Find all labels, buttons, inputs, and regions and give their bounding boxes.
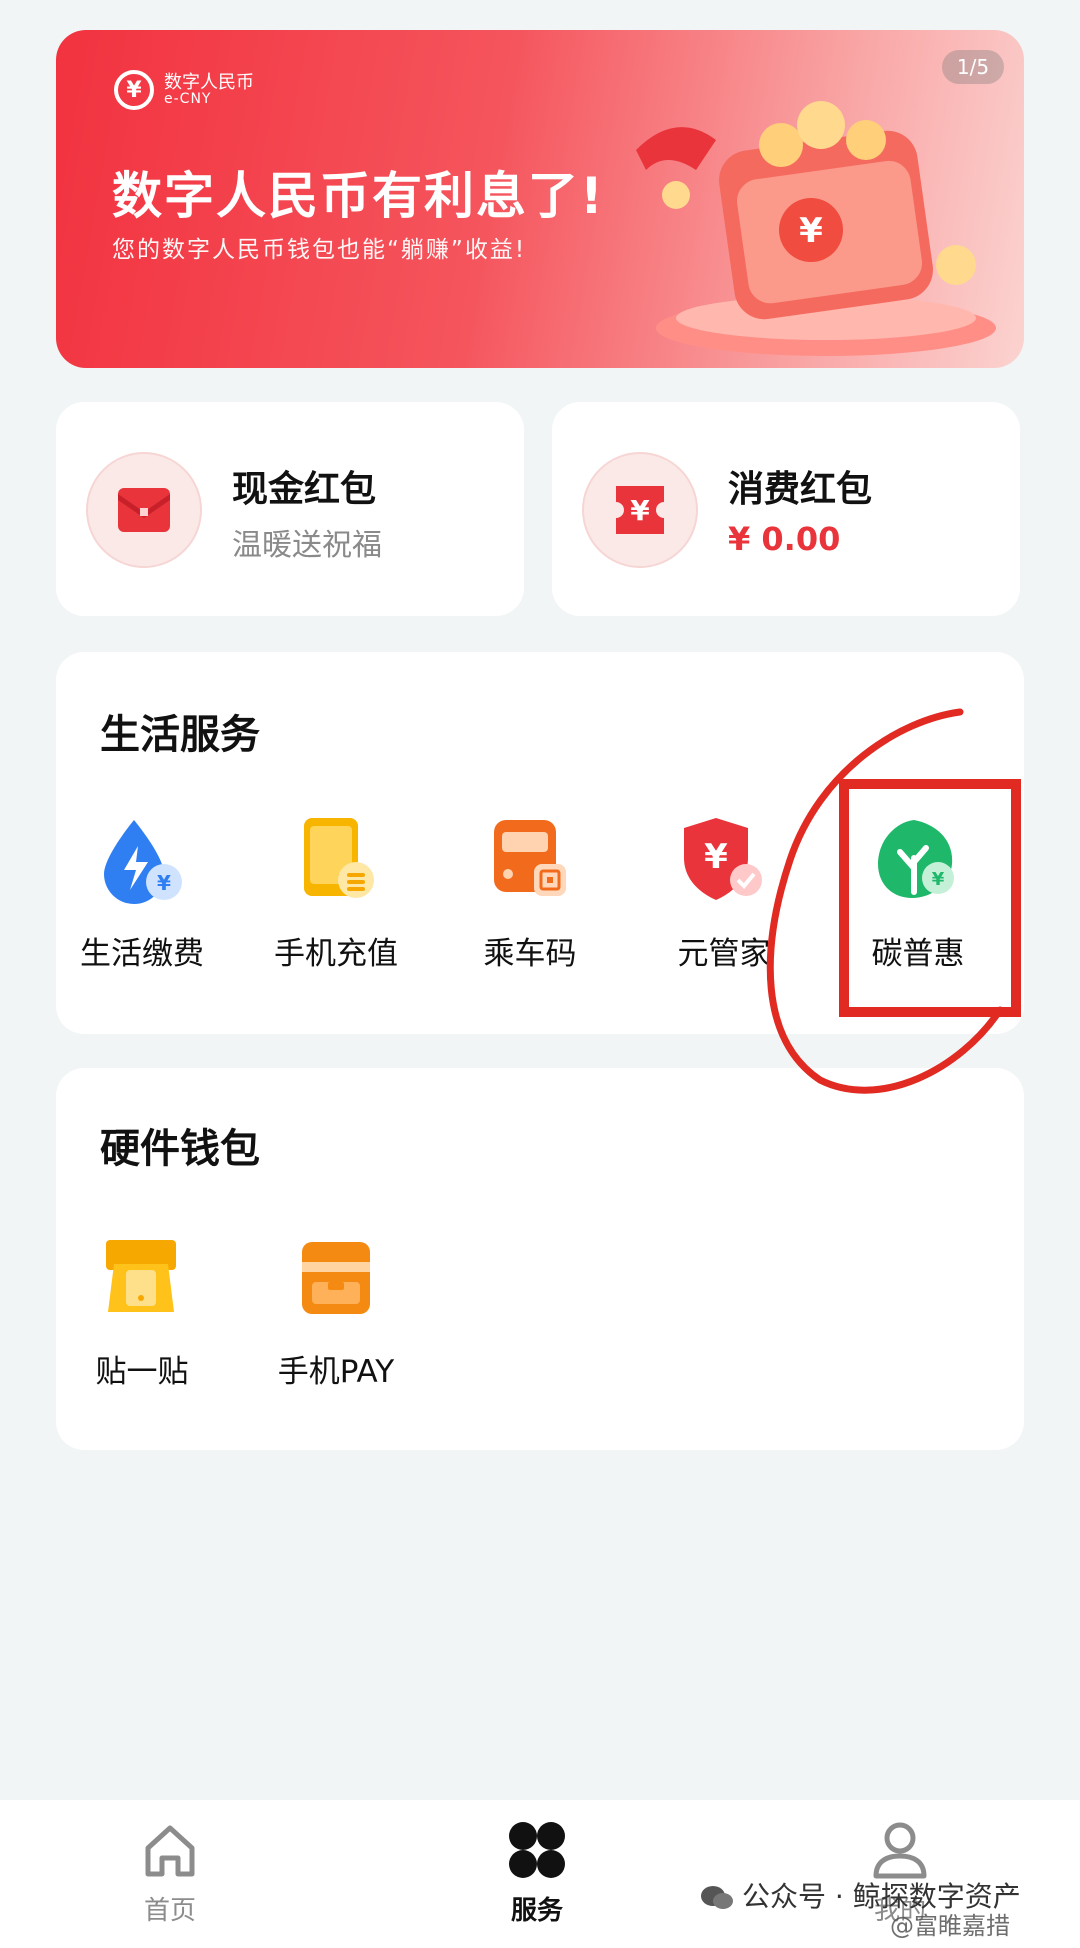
svg-text:¥: ¥ [704, 837, 728, 877]
wallet-illustration-icon: ¥ [636, 101, 996, 356]
wallet-card-icon [288, 1230, 384, 1326]
banner-page-indicator: 1/5 [942, 50, 1004, 84]
hardware-label: 手机PAY [277, 1354, 395, 1390]
consumer-red-packet-card[interactable]: ¥ 消费红包 ¥ 0.00 [552, 402, 1020, 616]
services-grid-icon [509, 1822, 565, 1878]
tap-card-icon [94, 1230, 190, 1326]
nav-home-label: 首页 [143, 1896, 196, 1926]
profile-icon [873, 1822, 927, 1879]
hardware-phone-pay[interactable]: 手机PAY [246, 1230, 426, 1391]
svg-text:¥: ¥ [630, 494, 650, 527]
hardware-wallet-section: 硬件钱包 贴一贴 手机PAY [56, 1068, 1024, 1450]
nav-home[interactable]: 首页 [138, 1818, 202, 1927]
cash-red-packet-subtitle: 温暖送祝福 [232, 528, 382, 563]
banner-title: 数字人民币有利息了! [112, 167, 605, 225]
home-icon [145, 1825, 195, 1877]
life-services-section: 生活服务 ¥ 生活缴费 手机充值 乘车码 ¥ 元管家 ¥ 碳普惠 [56, 652, 1024, 1034]
logo-en-text: e-CNY [164, 91, 212, 107]
banner-subtitle: 您的数字人民币钱包也能“躺赚”收益! [112, 237, 527, 263]
service-carbon-benefit[interactable]: ¥ 碳普惠 [828, 812, 1008, 973]
hardware-tap-card[interactable]: 贴一贴 [52, 1230, 232, 1391]
consumer-red-packet-title: 消费红包 [728, 469, 873, 510]
hardware-label: 贴一贴 [95, 1354, 189, 1390]
weibo-watermark: @富睢嘉措 [890, 1912, 1010, 1940]
service-bus-code[interactable]: 乘车码 [440, 812, 620, 973]
life-services-title: 生活服务 [100, 712, 260, 758]
service-label: 乘车码 [483, 936, 577, 972]
svg-text:¥: ¥ [157, 871, 171, 895]
yuan-shield-icon: ¥ [676, 812, 772, 908]
nav-services[interactable]: 服务 [505, 1818, 569, 1927]
service-label: 手机充值 [274, 936, 398, 972]
service-label: 元管家 [677, 936, 771, 972]
service-yuan-butler[interactable]: ¥ 元管家 [634, 812, 814, 973]
wechat-icon [700, 1884, 734, 1912]
logo-cn-text: 数字人民币 [164, 72, 254, 93]
consumer-red-packet-amount: ¥ 0.00 [728, 520, 841, 558]
yuan-coupon-icon: ¥ [582, 452, 698, 568]
nav-services-label: 服务 [510, 1896, 563, 1926]
bus-icon [482, 812, 578, 908]
leaf-icon: ¥ [870, 812, 966, 908]
phone-topup-icon [288, 812, 384, 908]
service-label: 生活缴费 [80, 936, 204, 972]
service-utility-bills[interactable]: ¥ 生活缴费 [52, 812, 232, 973]
ecny-logo-icon: ¥ [114, 70, 154, 110]
hardware-wallet-title: 硬件钱包 [100, 1126, 260, 1172]
service-mobile-topup[interactable]: 手机充值 [246, 812, 426, 973]
water-bolt-icon: ¥ [94, 812, 190, 908]
ecny-logo: ¥ 数字人民币 e-CNY [114, 70, 254, 110]
cash-red-packet-title: 现金红包 [232, 469, 377, 510]
svg-text:¥: ¥ [799, 211, 823, 251]
red-envelope-icon [86, 452, 202, 568]
promo-banner[interactable]: ¥ 数字人民币 e-CNY 1/5 数字人民币有利息了! 您的数字人民币钱包也能… [56, 30, 1024, 368]
svg-text:¥: ¥ [932, 869, 945, 890]
cash-red-packet-card[interactable]: 现金红包 温暖送祝福 [56, 402, 524, 616]
service-label: 碳普惠 [871, 936, 965, 972]
